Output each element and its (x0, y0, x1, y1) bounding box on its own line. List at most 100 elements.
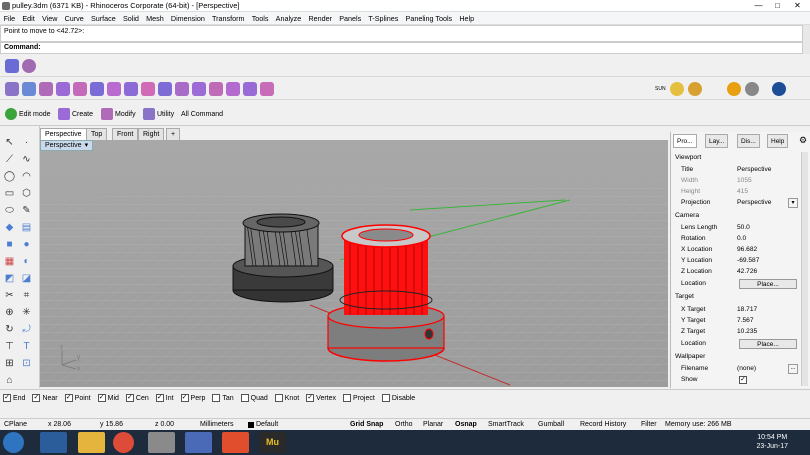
x-location-field[interactable]: 96.682 (737, 246, 757, 253)
close-button[interactable]: ✕ (790, 0, 805, 11)
tab-add[interactable]: + (166, 128, 181, 140)
panel-gear-icon[interactable]: ⚙ (799, 135, 807, 146)
trim-icon[interactable]: ✂ (3, 289, 16, 302)
y-target-field[interactable]: 7.567 (737, 317, 754, 324)
osnap-near[interactable]: ✓ Near (32, 394, 58, 402)
extrude-icon[interactable]: ▤ (20, 221, 33, 234)
tsplines-tool-15-icon[interactable] (243, 82, 257, 96)
tsplines-tool-10-icon[interactable] (158, 82, 172, 96)
tab-right[interactable]: Right (138, 128, 165, 140)
cplane-icon[interactable]: ⌂ (3, 374, 16, 387)
projection-dropdown-icon[interactable]: ▾ (788, 198, 798, 208)
solid-box-icon[interactable]: ■ (3, 238, 16, 251)
maximize-button[interactable]: □ (770, 0, 785, 11)
ortho-toggle[interactable]: Ortho (395, 421, 413, 428)
grid-snap-toggle[interactable]: Grid Snap (350, 421, 383, 428)
osnap-project-checkbox[interactable] (343, 394, 352, 402)
render-settings-icon[interactable] (745, 82, 759, 96)
solid-sphere-icon[interactable]: ● (20, 238, 33, 251)
tsplines-tool-4-icon[interactable] (56, 82, 70, 96)
rhino-render-icon[interactable] (772, 82, 786, 96)
osnap-int-checkbox[interactable]: ✓ (155, 394, 164, 402)
create-button[interactable]: Create (58, 106, 93, 122)
rotate-icon[interactable]: ⤾ (20, 323, 33, 336)
smarttrack-toggle[interactable]: SmartTrack (488, 421, 524, 428)
polygon-icon[interactable]: ⬡ (20, 187, 33, 200)
circle-icon[interactable]: ◯ (3, 170, 16, 183)
menu-surface[interactable]: Surface (87, 14, 119, 23)
taskbar-chrome-icon[interactable] (113, 432, 134, 453)
menu-panels[interactable]: Panels (336, 14, 365, 23)
freeform-icon[interactable]: ✎ (20, 204, 33, 217)
tsplines-tool-3-icon[interactable] (39, 82, 53, 96)
tsplines-tool-12-icon[interactable] (192, 82, 206, 96)
grid-icon[interactable]: ⊡ (20, 357, 33, 370)
osnap-int[interactable]: ✓ Int (155, 394, 174, 402)
show-checkbox[interactable]: ✓ (739, 376, 747, 384)
fillet-icon[interactable]: ◩ (3, 272, 16, 285)
osnap-disable-checkbox[interactable] (381, 394, 390, 402)
tsplines-sphere-icon[interactable] (22, 59, 36, 73)
taskbar-app-icon-2[interactable] (222, 432, 249, 453)
mesh-icon[interactable]: ▦ (3, 255, 16, 268)
modify-button[interactable]: Modify (101, 106, 136, 122)
osnap-perp[interactable]: ✓ Perp (180, 394, 205, 402)
split-icon[interactable]: ⌗ (20, 289, 33, 302)
taskbar-muse-icon[interactable]: Mu (259, 432, 286, 453)
osnap-end-checkbox[interactable]: ✓ (3, 394, 11, 402)
tab-properties[interactable]: Pro... (673, 134, 697, 148)
tsplines-tool-5-icon[interactable] (73, 82, 87, 96)
point-icon[interactable]: · (20, 136, 33, 149)
command-line[interactable]: Command: (0, 42, 803, 54)
y-location-field[interactable]: -69.587 (737, 257, 759, 264)
tab-top[interactable]: Top (86, 128, 108, 140)
explode-icon[interactable]: ✳ (20, 306, 33, 319)
menu-dimension[interactable]: Dimension (167, 14, 208, 23)
join-icon[interactable]: ⊕ (3, 306, 16, 319)
osnap-knot[interactable]: Knot (274, 394, 299, 402)
title-field[interactable]: Perspective (737, 166, 771, 173)
menu-help[interactable]: Help (456, 14, 478, 23)
menu-transform[interactable]: Transform (208, 14, 248, 23)
tsplines-box-icon[interactable] (5, 59, 19, 73)
minimize-button[interactable]: — (751, 0, 766, 11)
tsplines-tool-6-icon[interactable] (90, 82, 104, 96)
osnap-quad[interactable]: Quad (240, 394, 268, 402)
dimension-icon[interactable]: ⊤ (3, 340, 16, 353)
mesh-pulley[interactable] (232, 213, 334, 303)
tsplines-tool-16-icon[interactable] (260, 82, 274, 96)
gumball-toggle[interactable]: Gumball (538, 421, 564, 428)
osnap-near-checkbox[interactable]: ✓ (32, 394, 41, 402)
tsplines-tool-1-icon[interactable] (5, 82, 19, 96)
boolean-icon[interactable]: ◐ (20, 255, 33, 268)
command-scrollbar[interactable] (803, 25, 810, 54)
osnap-mid[interactable]: ✓ Mid (97, 394, 119, 402)
viewport-label[interactable]: Perspective ▾ (40, 140, 94, 151)
tab-perspective[interactable]: Perspective (40, 128, 87, 140)
taskbar-app-icon[interactable] (185, 432, 212, 453)
osnap-cen-checkbox[interactable]: ✓ (125, 394, 134, 402)
browse-button[interactable]: ... (788, 364, 798, 374)
move-icon[interactable]: ↻ (3, 323, 16, 336)
tab-help[interactable]: Help (767, 134, 789, 148)
light-icon[interactable] (688, 82, 702, 96)
rotation-field[interactable]: 0.0 (737, 235, 746, 242)
maxwell-icon[interactable] (727, 82, 741, 96)
osnap-cen[interactable]: ✓ Cen (125, 394, 149, 402)
osnap-end[interactable]: ✓ End (3, 394, 25, 402)
rectangle-icon[interactable]: ▭ (3, 187, 16, 200)
system-clock[interactable]: 10:54 PM 23-Jun-17 (756, 433, 788, 451)
menu-analyze[interactable]: Analyze (272, 14, 305, 23)
z-location-field[interactable]: 42.726 (737, 268, 757, 275)
panel-scrollbar[interactable] (801, 152, 808, 386)
tsplines-tool-2-icon[interactable] (22, 82, 36, 96)
record-history-toggle[interactable]: Record History (580, 421, 626, 428)
layout-icon[interactable]: ⊞ (3, 357, 16, 370)
filter-toggle[interactable]: Filter (641, 421, 657, 428)
all-command-button[interactable]: All Command (181, 106, 223, 122)
curve-icon[interactable]: ∿ (20, 153, 33, 166)
osnap-tan[interactable]: Tan (212, 394, 234, 402)
osnap-toggle[interactable]: Osnap (455, 421, 477, 428)
lens-length-field[interactable]: 50.0 (737, 224, 750, 231)
tsplines-tool-14-icon[interactable] (226, 82, 240, 96)
